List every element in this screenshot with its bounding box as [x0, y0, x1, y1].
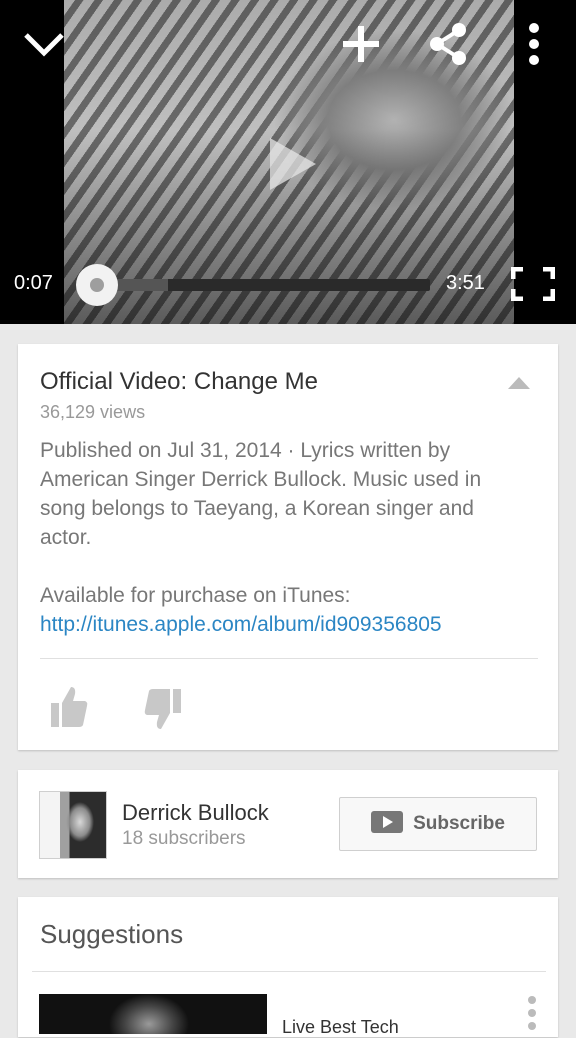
divider [32, 971, 546, 972]
view-count: 36,129 views [40, 402, 146, 422]
chevron-up-icon[interactable] [504, 372, 534, 394]
suggestion-thumbnail[interactable] [39, 994, 267, 1034]
thumbs-down-icon[interactable] [140, 684, 186, 734]
chevron-down-icon[interactable] [20, 24, 68, 64]
description-text: Published on Jul 31, 2014 · Lyrics writt… [40, 439, 482, 549]
suggestions-card: Suggestions Live Best Tech [18, 897, 558, 1037]
youtube-logo-icon [371, 810, 404, 838]
video-title: Official Video: Change Me [40, 368, 318, 395]
plus-icon[interactable] [336, 22, 386, 66]
fullscreen-icon[interactable] [510, 266, 556, 302]
divider [40, 658, 538, 659]
subscribe-button[interactable]: Subscribe [339, 797, 537, 851]
video-description: Published on Jul 31, 2014 · Lyrics writt… [40, 436, 530, 639]
duration: 3:51 [446, 272, 485, 294]
more-vertical-icon[interactable] [520, 993, 544, 1033]
scrubber-handle[interactable] [76, 264, 118, 306]
avatar[interactable] [39, 791, 107, 859]
itunes-link[interactable]: http://itunes.apple.com/album/id90935680… [40, 613, 442, 636]
video-info-card: Official Video: Change Me 36,129 views P… [18, 344, 558, 750]
current-time: 0:07 [14, 272, 53, 294]
subscriber-count: 18 subscribers [122, 828, 246, 849]
suggestion-title[interactable]: Live Best Tech [282, 1017, 482, 1038]
thumbs-up-icon[interactable] [46, 682, 92, 732]
purchase-text: Available for purchase on iTunes: [40, 584, 351, 607]
video-player[interactable]: 0:07 3:51 [0, 0, 576, 324]
more-vertical-icon[interactable] [514, 20, 554, 68]
channel-name[interactable]: Derrick Bullock [122, 800, 269, 826]
suggestions-heading: Suggestions [40, 919, 184, 949]
play-icon[interactable] [258, 132, 322, 196]
share-icon[interactable] [424, 20, 470, 68]
subscribe-label: Subscribe [413, 813, 505, 834]
channel-card: Derrick Bullock 18 subscribers Subscribe [18, 770, 558, 878]
